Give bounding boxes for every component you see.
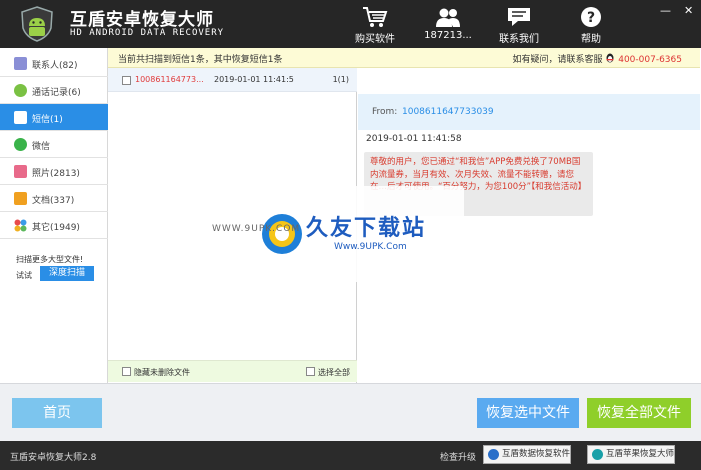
list-item[interactable]: 100861164773... 2019-01-01 11:41:5 1(1) (108, 68, 357, 92)
watermark-overlay: WWW.9UPK.COM 久友下载站 Www.9UPK.Com (212, 186, 464, 282)
sidebar-item-label: 其它(1949) (32, 223, 80, 233)
sidebar-item-documents[interactable]: 文档(337) (0, 185, 108, 212)
close-button[interactable]: ✕ (684, 4, 693, 17)
title-bar: 互盾安卓恢复大师 HD ANDROID DATA RECOVERY 购买软件 1… (0, 0, 701, 48)
account-button[interactable]: 187213... (424, 6, 472, 46)
from-label: From: (372, 107, 398, 117)
watermark-text: 久友下载站 (306, 216, 427, 241)
shield-icon (488, 449, 499, 460)
category-sidebar: 联系人(82) 通话记录(6) 短信(1) 微信 照片(2813) 文档(337… (0, 48, 108, 383)
help-button[interactable]: ? 帮助 (572, 6, 610, 46)
sidebar-item-label: 通话记录(6) (32, 88, 81, 98)
sidebar-item-call-log[interactable]: 通话记录(6) (0, 77, 108, 104)
contact-us-label: 联系我们 (499, 34, 539, 45)
sidebar-item-label: 短信(1) (32, 115, 63, 125)
support-contact: 如有疑问，请联系客服 400-007-6365 (512, 52, 682, 65)
buy-software-button[interactable]: 购买软件 (352, 6, 398, 46)
support-phone[interactable]: 400-007-6365 (618, 55, 682, 65)
list-footer: 隐藏未删除文件 选择全部 (108, 360, 357, 382)
support-prompt: 如有疑问，请联系客服 (512, 55, 603, 65)
app-title: 互盾安卓恢复大师 (70, 10, 214, 30)
minimize-button[interactable]: — (660, 4, 671, 17)
wechat-icon (14, 138, 27, 151)
from-number: 1008611647733039 (402, 107, 494, 117)
download-site-logo-icon (262, 214, 302, 254)
sender-number: 100861164773... (135, 75, 204, 84)
watermark-url-small: WWW.9UPK.COM (212, 224, 301, 234)
sidebar-item-label: 联系人(82) (32, 61, 78, 71)
help-question-icon: ? (581, 7, 601, 27)
apple-recovery-label: 互盾苹果恢复大师 (606, 449, 675, 459)
account-label: 187213... (424, 30, 472, 41)
select-all-label: 选择全部 (318, 368, 350, 377)
sidebar-item-photos[interactable]: 照片(2813) (0, 158, 108, 185)
sidebar-item-label: 文档(337) (32, 196, 75, 206)
recover-all-button[interactable]: 恢复全部文件 (587, 398, 691, 428)
sidebar-item-sms[interactable]: 短信(1) (0, 104, 108, 131)
home-button[interactable]: 首页 (12, 398, 102, 428)
sms-icon (14, 111, 27, 124)
data-recovery-software-label: 互盾数据恢复软件 (502, 449, 571, 459)
status-bar: 互盾安卓恢复大师2.8 检查升级 互盾数据恢复软件 互盾苹果恢复大师 (0, 441, 701, 470)
data-recovery-software-button[interactable]: 互盾数据恢复软件 (483, 445, 572, 464)
buy-software-label: 购买软件 (355, 34, 395, 45)
phone-icon (14, 84, 27, 97)
android-shield-logo-icon (21, 6, 53, 42)
qq-penguin-icon (606, 53, 614, 63)
row-checkbox[interactable] (122, 76, 131, 85)
sidebar-item-label: 照片(2813) (32, 169, 80, 179)
message-count: 1(1) (332, 75, 349, 84)
chat-message-icon (508, 8, 530, 26)
action-bar: 首页 恢复选中文件 恢复全部文件 (0, 383, 701, 441)
contact-us-button[interactable]: 联系我们 (496, 6, 542, 46)
scan-summary-text: 当前共扫描到短信1条，其中恢复短信1条 (118, 55, 283, 65)
deep-scan-button[interactable]: 深度扫描 (40, 266, 94, 281)
notice-bar: 当前共扫描到短信1条，其中恢复短信1条 如有疑问，请联系客服 400-007-6… (108, 48, 700, 68)
apple-recovery-icon (592, 449, 603, 460)
sidebar-item-wechat[interactable]: 微信 (0, 131, 108, 158)
contacts-icon (14, 57, 27, 70)
deep-scan-try-label: 试试 (16, 271, 32, 280)
watermark-url: Www.9UPK.Com (334, 242, 407, 252)
sidebar-item-label: 微信 (32, 142, 51, 152)
other-icon (14, 219, 27, 232)
deep-scan-hint: 扫描更多大型文件! (16, 255, 84, 264)
message-time: 2019-01-01 11:41:5 (214, 75, 294, 84)
sidebar-item-other[interactable]: 其它(1949) (0, 212, 108, 239)
shopping-cart-icon (363, 7, 388, 27)
users-icon (436, 8, 460, 27)
select-all-checkbox[interactable] (306, 367, 315, 376)
from-header: From: 1008611647733039 (358, 94, 700, 130)
photo-icon (14, 165, 27, 178)
hide-undeleted-label: 隐藏未删除文件 (134, 368, 190, 377)
apple-recovery-button[interactable]: 互盾苹果恢复大师 (587, 445, 676, 464)
app-subtitle: HD ANDROID DATA RECOVERY (70, 28, 225, 38)
check-upgrade-link[interactable]: 检查升级 (440, 450, 476, 463)
help-label: 帮助 (581, 34, 601, 45)
svg-text:?: ? (587, 10, 595, 26)
recover-selected-button[interactable]: 恢复选中文件 (477, 398, 579, 428)
sidebar-item-contacts[interactable]: 联系人(82) (0, 50, 108, 77)
version-text: 互盾安卓恢复大师2.8 (10, 453, 97, 463)
document-icon (14, 192, 27, 205)
hide-undeleted-checkbox[interactable] (122, 367, 131, 376)
message-timestamp: 2019-01-01 11:41:58 (366, 134, 462, 144)
